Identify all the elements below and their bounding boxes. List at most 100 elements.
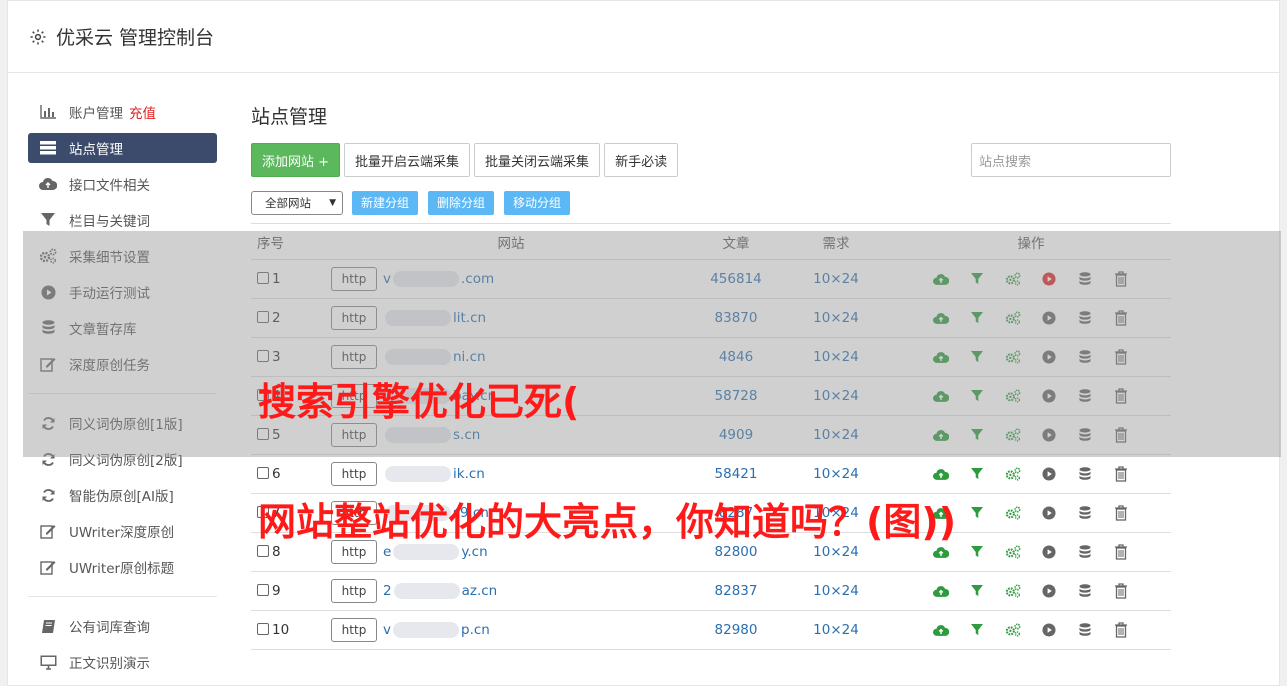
protocol-badge[interactable]: http: [331, 618, 377, 642]
gear-icon[interactable]: [28, 27, 48, 47]
database-icon[interactable]: [1077, 466, 1093, 482]
top-bar: 优采云 管理控制台: [8, 1, 1279, 73]
cloud-upload-icon[interactable]: [933, 622, 949, 638]
sidebar-item-label: 站点管理: [69, 142, 123, 158]
row-number: 6: [272, 466, 281, 482]
sidebar-item-text-recognition[interactable]: 正文识别演示: [28, 647, 217, 677]
chevron-down-icon: ▼: [329, 197, 336, 208]
redaction-blur: [393, 583, 460, 599]
site-domain[interactable]: ik.cn: [453, 466, 485, 482]
batch-close-cloud-button[interactable]: 批量关闭云端采集: [474, 143, 601, 177]
overlay-headline-1: 搜索引擎优化已死(: [258, 380, 580, 424]
row-checkbox[interactable]: [257, 623, 269, 635]
ops-cell: [891, 571, 1171, 611]
row-checkbox[interactable]: [257, 584, 269, 596]
sidebar-item-uwriter-deep[interactable]: UWriter深度原创: [28, 516, 217, 546]
site-domain-prefix[interactable]: 2: [383, 583, 392, 599]
cloud-upload-icon[interactable]: [933, 544, 949, 560]
group-select[interactable]: 全部网站 ▼: [251, 190, 343, 215]
sidebar-divider: [28, 596, 217, 597]
demand-value[interactable]: 10×24: [781, 454, 891, 494]
site-domain-prefix[interactable]: e: [383, 544, 391, 560]
trash-icon[interactable]: [1113, 622, 1129, 638]
sidebar-item-label: 账户管理: [69, 106, 123, 122]
article-count[interactable]: 58421: [691, 454, 781, 494]
redaction-blur: [393, 622, 459, 638]
row-no-cell: 6: [251, 454, 331, 494]
article-count[interactable]: 82837: [691, 571, 781, 611]
app-window: 优采云 管理控制台 账户管理 充值 站点管理 接口文件相关 栏目与关键词 采集细…: [7, 0, 1281, 686]
refresh-icon: [39, 487, 57, 503]
cloud-upload-icon[interactable]: [933, 466, 949, 482]
database-icon[interactable]: [1077, 583, 1093, 599]
trash-icon[interactable]: [1113, 583, 1129, 599]
gears-icon[interactable]: [1005, 505, 1021, 521]
group-toolbar: 全部网站 ▼ 新建分组 删除分组 移动分组: [251, 190, 1171, 215]
sidebar-item-label: 正文识别演示: [69, 656, 150, 672]
filter-icon[interactable]: [969, 622, 985, 638]
cloud-upload-icon[interactable]: [933, 583, 949, 599]
add-site-button[interactable]: 添加网站 +: [251, 143, 341, 177]
move-group-button[interactable]: 移动分组: [504, 190, 571, 215]
sidebar-item-interface-files[interactable]: 接口文件相关: [28, 169, 217, 199]
batch-open-cloud-button[interactable]: 批量开启云端采集: [344, 143, 471, 177]
sidebar-item-sites[interactable]: 站点管理: [28, 133, 217, 163]
image-overlay-band: [23, 231, 1281, 457]
site-domain[interactable]: az.cn: [462, 583, 498, 599]
filter-icon[interactable]: [969, 544, 985, 560]
article-count[interactable]: 82980: [691, 610, 781, 650]
site-search-input[interactable]: 站点搜索: [971, 143, 1171, 177]
table-row: 9 http 2 az.cn 82837 10×24: [251, 571, 1171, 611]
gears-icon[interactable]: [1005, 544, 1021, 560]
gears-icon[interactable]: [1005, 622, 1021, 638]
database-icon[interactable]: [1077, 505, 1093, 521]
beginner-guide-button[interactable]: 新手必读: [604, 143, 679, 177]
play-icon[interactable]: [1041, 466, 1057, 482]
new-group-button[interactable]: 新建分组: [352, 190, 419, 215]
protocol-badge[interactable]: http: [331, 462, 377, 486]
site-cell: http 2 az.cn: [331, 571, 691, 611]
protocol-badge[interactable]: http: [331, 579, 377, 603]
table-row: 10 http v p.cn 82980 10×24: [251, 610, 1171, 650]
trash-icon[interactable]: [1113, 544, 1129, 560]
play-icon[interactable]: [1041, 622, 1057, 638]
database-icon[interactable]: [1077, 622, 1093, 638]
cloud-upload-icon: [39, 176, 57, 192]
ops-cell: [891, 610, 1171, 650]
play-icon[interactable]: [1041, 544, 1057, 560]
site-domain[interactable]: y.cn: [461, 544, 487, 560]
gears-icon[interactable]: [1005, 583, 1021, 599]
row-checkbox[interactable]: [257, 545, 269, 557]
sidebar-item-uwriter-title[interactable]: UWriter原创标题: [28, 552, 217, 582]
sidebar-item-public-lexicon[interactable]: 公有词库查询: [28, 611, 217, 641]
sidebar-item-account[interactable]: 账户管理 充值: [28, 97, 217, 127]
filter-icon[interactable]: [969, 583, 985, 599]
sidebar-item-label: UWriter深度原创: [69, 525, 175, 541]
play-icon[interactable]: [1041, 505, 1057, 521]
demand-value[interactable]: 10×24: [781, 571, 891, 611]
row-number: 10: [272, 622, 290, 638]
sidebar-item-ai-original[interactable]: 智能伪原创[AI版]: [28, 480, 217, 510]
sidebar-item-label: UWriter原创标题: [69, 561, 175, 577]
recharge-link[interactable]: 充值: [129, 102, 156, 122]
site-domain-prefix[interactable]: v: [383, 622, 391, 638]
row-number: 9: [272, 583, 281, 599]
database-icon[interactable]: [1077, 544, 1093, 560]
delete-group-button[interactable]: 删除分组: [428, 190, 495, 215]
edit-icon: [39, 559, 57, 575]
app-title: 优采云 管理控制台: [56, 27, 215, 49]
redaction-blur: [385, 466, 451, 482]
site-cell: http v p.cn: [331, 610, 691, 650]
demand-value[interactable]: 10×24: [781, 610, 891, 650]
row-number: 8: [272, 544, 281, 560]
site-domain[interactable]: p.cn: [461, 622, 490, 638]
play-icon[interactable]: [1041, 583, 1057, 599]
edit-icon: [39, 523, 57, 539]
row-checkbox[interactable]: [257, 467, 269, 479]
trash-icon[interactable]: [1113, 505, 1129, 521]
filter-icon[interactable]: [969, 505, 985, 521]
gears-icon[interactable]: [1005, 466, 1021, 482]
filter-icon[interactable]: [969, 466, 985, 482]
book-icon: [39, 618, 57, 634]
trash-icon[interactable]: [1113, 466, 1129, 482]
